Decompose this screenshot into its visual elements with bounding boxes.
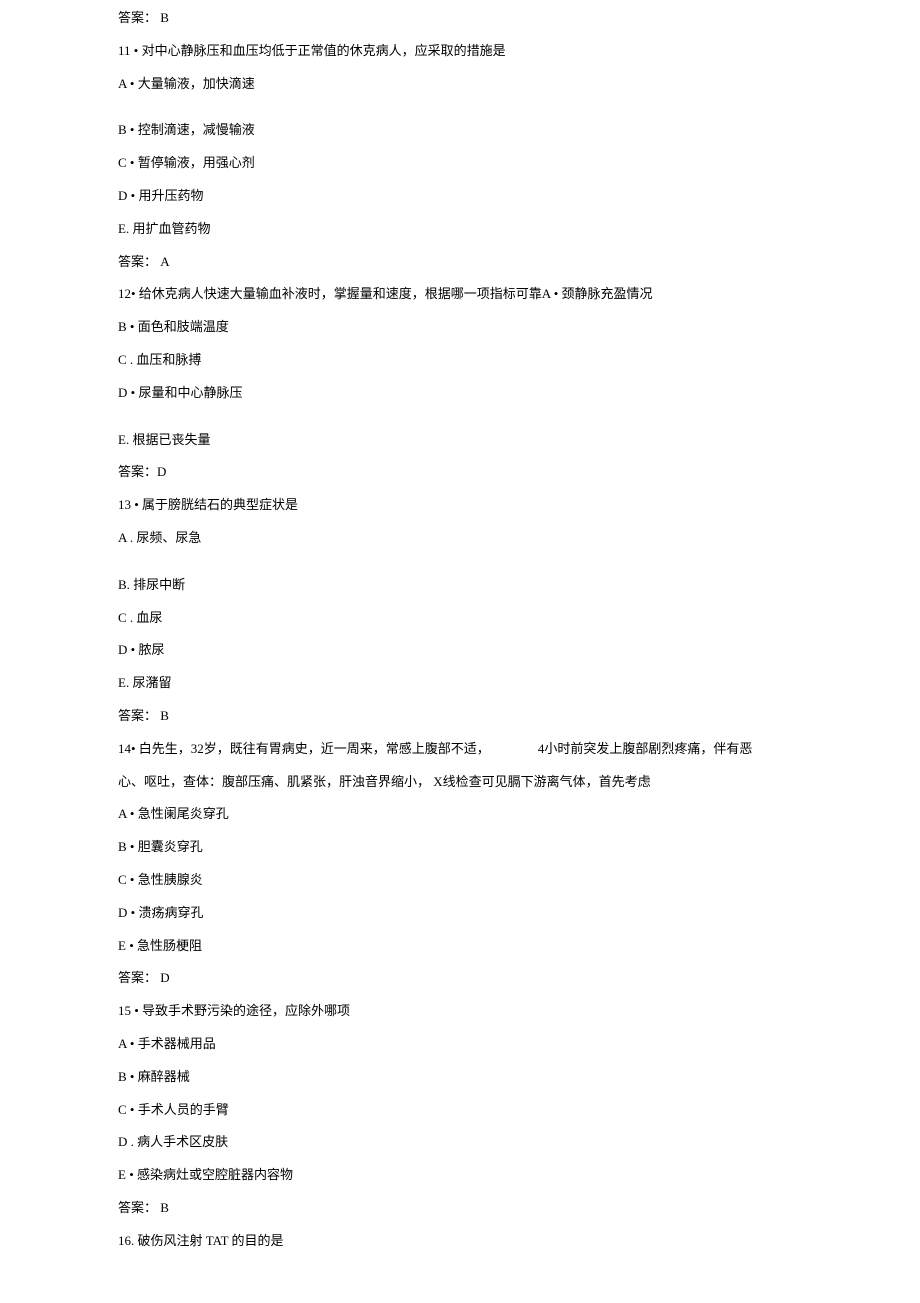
- text-line: B • 面色和肢端温度: [118, 317, 920, 338]
- text-line: A • 急性阑尾炎穿孔: [118, 804, 920, 825]
- text-line: C • 急性胰腺炎: [118, 870, 920, 891]
- text-line: 答案：D: [118, 462, 920, 483]
- text-line: 16. 破伤风注射 TAT 的目的是: [118, 1231, 920, 1252]
- text-line: D • 脓尿: [118, 640, 920, 661]
- text-line: 15 • 导致手术野污染的途径，应除外哪项: [118, 1001, 920, 1022]
- text-line: 12• 给休克病人快速大量输血补液时，掌握量和速度，根据哪一项指标可靠A • 颈…: [118, 284, 920, 305]
- text-line: C . 血压和脉搏: [118, 350, 920, 371]
- text-line: D • 用升压药物: [118, 186, 920, 207]
- text-line: B • 麻醉器械: [118, 1067, 920, 1088]
- text-line: B • 控制滴速，减慢输液: [118, 120, 920, 141]
- text-line: D • 溃疡病穿孔: [118, 903, 920, 924]
- text-line: 14• 白先生，32岁，既往有胃病史，近一周来，常感上腹部不适，4小时前突发上腹…: [118, 739, 920, 760]
- text-line: A • 大量输液，加快滴速: [118, 74, 920, 95]
- text-line: B. 排尿中断: [118, 575, 920, 596]
- text-line: C • 手术人员的手臂: [118, 1100, 920, 1121]
- text-line: 答案： B: [118, 706, 920, 727]
- text-line: C . 血尿: [118, 608, 920, 629]
- text-line: A . 尿频、尿急: [118, 528, 920, 549]
- text-line: 11 • 对中心静脉压和血压均低于正常值的休克病人，应采取的措施是: [118, 41, 920, 62]
- text-line: B • 胆囊炎穿孔: [118, 837, 920, 858]
- text-line: D . 病人手术区皮肤: [118, 1132, 920, 1153]
- text-line: E • 感染病灶或空腔脏器内容物: [118, 1165, 920, 1186]
- text-line: C • 暂停输液，用强心剂: [118, 153, 920, 174]
- text-line: D • 尿量和中心静脉压: [118, 383, 920, 404]
- text-line: 答案： A: [118, 252, 920, 273]
- text-line: 13 • 属于膀胱结石的典型症状是: [118, 495, 920, 516]
- text-line: 答案： B: [118, 1198, 920, 1219]
- text-line: 心、呕吐，查体：腹部压痛、肌紧张，肝浊音界缩小， X线检查可见膈下游离气体，首先…: [118, 772, 920, 793]
- text-line: E. 用扩血管药物: [118, 219, 920, 240]
- text-line: E. 根据已丧失量: [118, 430, 920, 451]
- text-line: 答案： B: [118, 8, 920, 29]
- text-line: A • 手术器械用品: [118, 1034, 920, 1055]
- text-line: 答案： D: [118, 968, 920, 989]
- text-line: E. 尿潴留: [118, 673, 920, 694]
- text-line: E • 急性肠梗阻: [118, 936, 920, 957]
